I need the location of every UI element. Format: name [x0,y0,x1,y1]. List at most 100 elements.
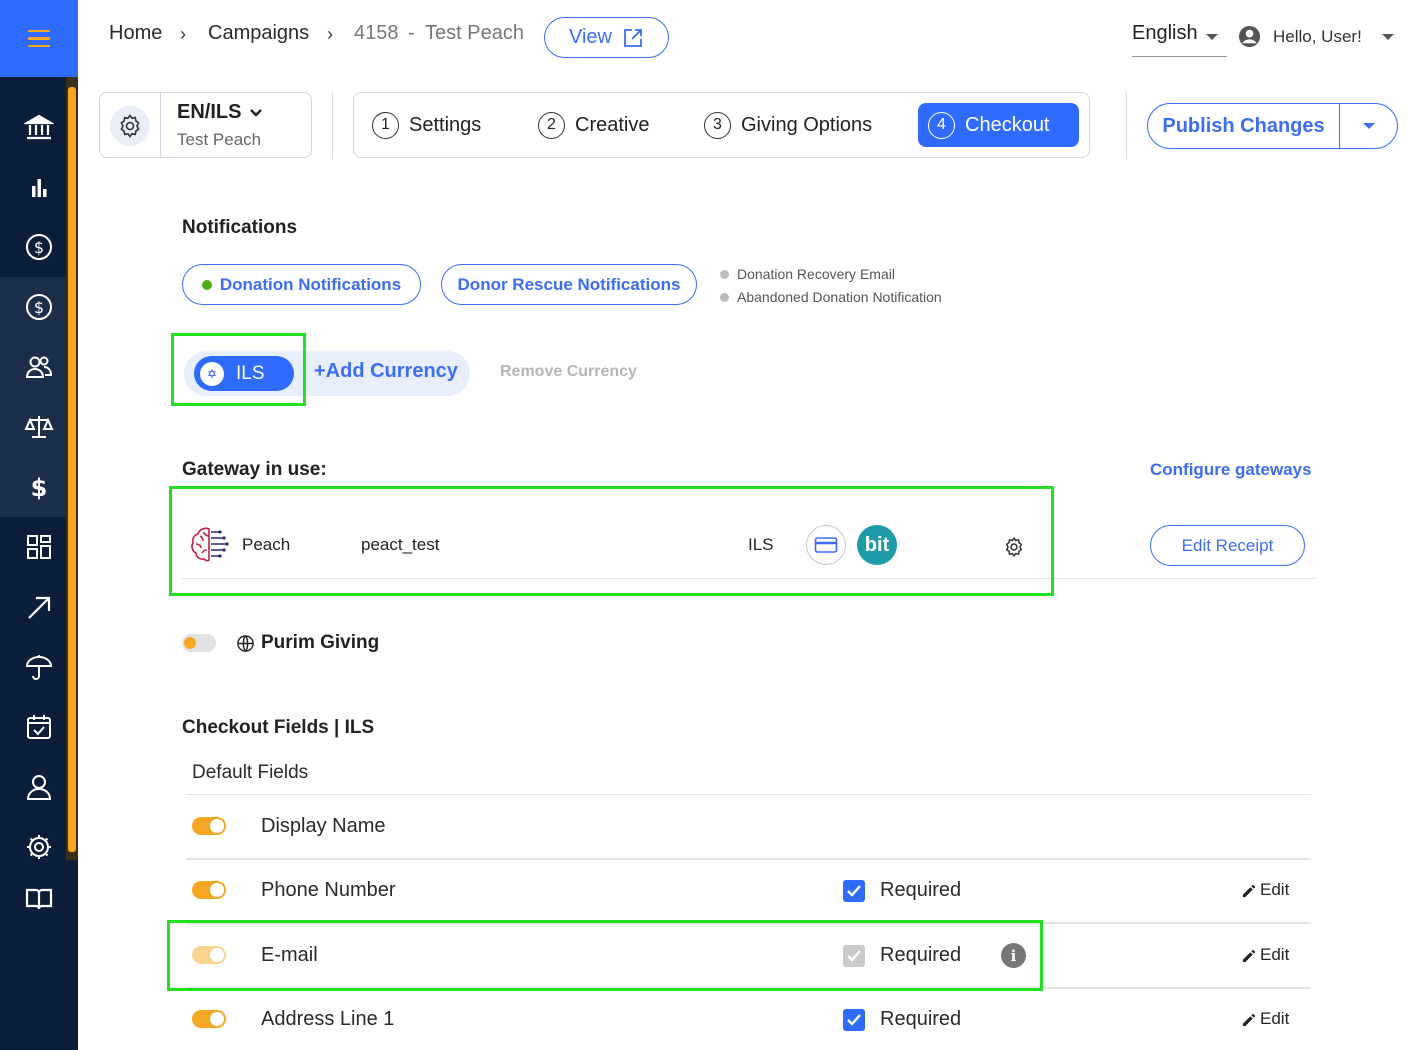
legend-item: Donation Recovery Email [720,266,895,282]
pencil-icon [1242,1013,1256,1026]
arrow-up-right-icon[interactable] [20,588,58,626]
step-number: 2 [538,111,565,139]
notifications-title: Notifications [182,217,298,238]
umbrella-icon[interactable] [20,648,58,686]
bar-chart-icon[interactable] [20,168,58,206]
steps-bar: 1 Settings 2 Creative 3 Giving Options 4… [353,92,1090,158]
purim-giving-label: Purim Giving [261,632,380,653]
campaign-locale: EN/ILS [177,101,242,123]
donor-rescue-notifications-button[interactable]: Donor Rescue Notifications [441,264,697,305]
highlight-box [167,920,1043,991]
dollar-icon[interactable]: $ [20,468,58,506]
configure-gateways-link[interactable]: Configure gateways [1150,460,1312,480]
status-dot [201,279,212,290]
view-label: View [569,26,612,48]
breadcrumb-dash: - [408,22,415,44]
field-toggle-phone-number[interactable] [192,881,226,899]
field-name: Phone Number [261,879,396,901]
user-menu[interactable]: Hello, User! [1238,25,1394,48]
svg-text:$: $ [31,474,48,502]
publish-changes-button[interactable]: Publish Changes [1148,104,1339,148]
step-creative[interactable]: 2 Creative [538,103,649,147]
checkmark-icon [847,1014,861,1026]
donations-icon[interactable]: $ [20,288,58,326]
edit-field-phone[interactable]: Edit [1241,880,1289,900]
caret-down-icon [1206,34,1218,40]
divider [1126,92,1127,158]
hamburger-icon [28,27,50,50]
edit-field-address[interactable]: Edit [1241,1009,1289,1029]
sidebar-scrollbar[interactable] [66,77,78,860]
divider [332,92,333,158]
external-link-icon [624,28,642,47]
step-settings[interactable]: 1 Settings [372,103,481,147]
step-label: Checkout [965,113,1050,136]
gear-icon[interactable] [110,106,150,146]
step-giving-options[interactable]: 3 Giving Options [704,103,872,147]
calendar-check-icon[interactable] [20,708,58,746]
field-name: Address Line 1 [261,1008,395,1030]
breadcrumb-home[interactable]: Home [109,22,162,45]
view-button[interactable]: View [544,17,669,58]
publish-options-dropdown[interactable] [1339,104,1397,148]
svg-text:$: $ [34,298,44,317]
required-label: Required [880,879,962,901]
step-number: 4 [928,111,955,139]
donor-rescue-notifications-label: Donor Rescue Notifications [457,274,681,294]
remove-currency-button[interactable]: Remove Currency [500,363,637,381]
campaign-name: Test Peach [177,130,262,149]
required-checkbox-address[interactable] [843,1009,865,1031]
field-name: Display Name [261,815,386,837]
pencil-icon [1242,949,1256,962]
highlight-box [171,333,306,406]
breadcrumb-campaigns[interactable]: Campaigns [208,22,309,45]
globe-icon [237,634,254,652]
campaign-selector[interactable]: EN/ILS Test Peach [99,92,312,158]
donation-notifications-button[interactable]: Donation Notifications [182,264,421,305]
gear-icon[interactable] [20,828,58,866]
donors-icon[interactable] [20,348,58,386]
edit-label: Edit [1260,945,1290,964]
step-checkout[interactable]: 4 Checkout [918,103,1079,147]
dashboard-icon[interactable] [20,528,58,566]
required-label: Required [880,1008,962,1030]
highlight-box [169,486,1054,596]
edit-label: Edit [1260,880,1290,899]
breadcrumb-campaign-name: Test Peach [425,22,524,44]
chevron-right-icon: › [327,24,333,44]
divider [186,794,1311,795]
step-label: Creative [575,113,650,136]
user-icon[interactable] [20,768,58,806]
chevron-right-icon: › [180,24,186,44]
gateway-title: Gateway in use: [182,459,327,480]
field-toggle-address-line-1[interactable] [192,1010,226,1028]
legend-item: Abandoned Donation Notification [720,289,942,305]
pencil-icon [1242,884,1256,897]
step-label: Settings [409,113,482,136]
checkmark-icon [847,885,861,897]
donation-notifications-label: Donation Notifications [219,274,402,294]
breadcrumb-campaign-id: 4158 [354,22,399,44]
purim-giving-toggle[interactable] [182,634,216,652]
checkout-fields-title: Checkout Fields | ILS [182,717,375,738]
caret-down-icon [1362,123,1375,129]
account-circle-icon [1238,25,1261,48]
book-icon[interactable] [20,880,58,918]
menu-button[interactable] [0,0,78,77]
caret-down-icon [1381,33,1394,40]
edit-receipt-button[interactable]: Edit Receipt [1150,525,1305,566]
edit-field-email[interactable]: Edit [1241,945,1289,965]
field-toggle-display-name[interactable] [192,817,226,835]
required-checkbox-phone[interactable] [843,880,865,902]
default-fields-label: Default Fields [192,762,309,783]
edit-label: Edit [1260,1009,1290,1028]
language-value: English [1132,22,1198,44]
chevron-down-icon [250,108,263,117]
add-currency-button[interactable]: +Add Currency [314,360,458,383]
svg-text:$: $ [34,238,44,257]
divider [186,858,1311,860]
dollar-circle-icon[interactable]: $ [20,228,58,266]
language-select[interactable]: English [1132,22,1227,57]
bank-icon[interactable] [20,108,58,146]
scales-icon[interactable] [20,408,58,446]
